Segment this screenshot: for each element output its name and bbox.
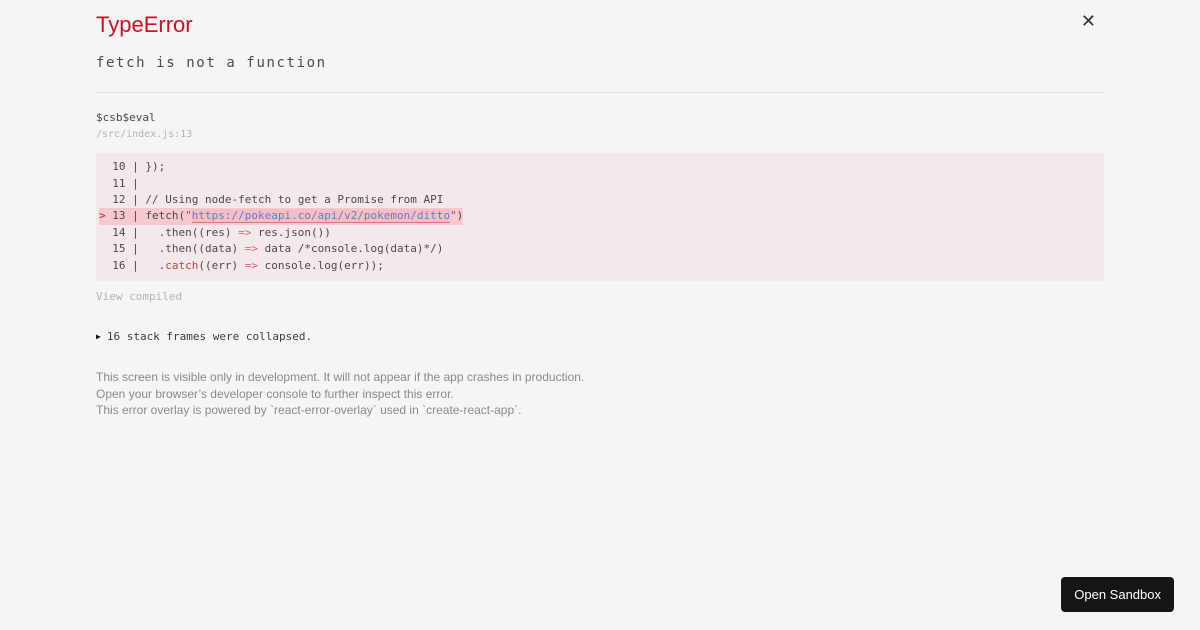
line-number-gutter: 10 |	[105, 160, 146, 174]
code-token: ((err)	[198, 258, 245, 272]
error-line-marker: >	[99, 209, 106, 223]
open-sandbox-button[interactable]: Open Sandbox	[1061, 577, 1174, 612]
code-token: =>	[244, 242, 258, 256]
error-message: fetch is not a function	[96, 55, 327, 72]
collapsed-frames-toggle[interactable]: ▶ 16 stack frames were collapsed.	[96, 330, 1104, 343]
code-token: .then((res)	[145, 225, 239, 239]
code-token: "	[450, 209, 457, 223]
line-number-gutter: 11 |	[105, 176, 146, 190]
code-url-link[interactable]: https://pokeapi.co/api/v2/pokemon/ditto	[191, 209, 451, 224]
code-token: )	[456, 209, 464, 223]
line-marker	[99, 177, 106, 190]
code-line: 12 | // Using node-fetch to get a Promis…	[99, 192, 1100, 208]
error-title: TypeError	[96, 12, 193, 37]
line-marker	[99, 259, 106, 272]
footer-line-2: Open your browser’s developer console to…	[96, 386, 454, 401]
line-number-gutter: 14 |	[105, 225, 146, 239]
stack-frame-location: /src/index.js:13	[96, 129, 193, 141]
code-token: });	[145, 160, 166, 174]
line-number-gutter: 13 |	[105, 209, 146, 223]
code-token: "	[185, 209, 192, 223]
code-token: // Using node-fetch to get a Promise fro…	[145, 193, 444, 206]
code-token: =>	[238, 225, 252, 239]
line-number-gutter: 16 |	[105, 258, 146, 272]
code-line: 10 | });	[99, 159, 1100, 175]
line-marker	[99, 226, 106, 239]
expand-triangle-icon: ▶	[96, 332, 101, 342]
code-token: res.json())	[251, 225, 331, 239]
line-marker	[99, 242, 106, 255]
footer-line-3: This error overlay is powered by `react-…	[96, 403, 522, 418]
footer-note: This screen is visible only in developme…	[96, 369, 1104, 419]
view-compiled-link[interactable]: View compiled	[96, 290, 182, 303]
stack-frame-function: $csb$eval	[96, 111, 156, 125]
code-line: 15 | .then((data) => data /*console.log(…	[99, 241, 1100, 257]
code-token: fetch(	[145, 209, 186, 223]
code-token: .	[145, 258, 166, 272]
code-token: console.log(err));	[257, 258, 384, 272]
footer-line-1: This screen is visible only in developme…	[96, 370, 585, 385]
code-token: =>	[244, 258, 258, 272]
code-token: catch	[165, 258, 199, 272]
collapsed-frames-label: 16 stack frames were collapsed.	[106, 330, 313, 344]
error-overlay: ✕ TypeError fetch is not a function $csb…	[0, 0, 1200, 419]
code-line: 14 | .then((res) => res.json())	[99, 225, 1100, 241]
line-number-gutter: 15 |	[105, 242, 146, 256]
line-number-gutter: 12 |	[105, 193, 146, 206]
code-line: 16 | .catch((err) => console.log(err));	[99, 258, 1100, 274]
code-line: 11 |	[99, 176, 1100, 192]
code-token: data /*console.log(data)*/)	[257, 242, 444, 256]
line-marker	[99, 193, 106, 206]
code-token: .then((data)	[145, 242, 245, 256]
code-frame: 10 | }); 11 | 12 | // Using node-fetch t…	[96, 153, 1104, 282]
line-marker	[99, 160, 106, 173]
close-icon[interactable]: ✕	[1081, 13, 1096, 31]
code-line: > 13 | fetch("https://pokeapi.co/api/v2/…	[99, 208, 1100, 225]
divider	[96, 92, 1104, 94]
